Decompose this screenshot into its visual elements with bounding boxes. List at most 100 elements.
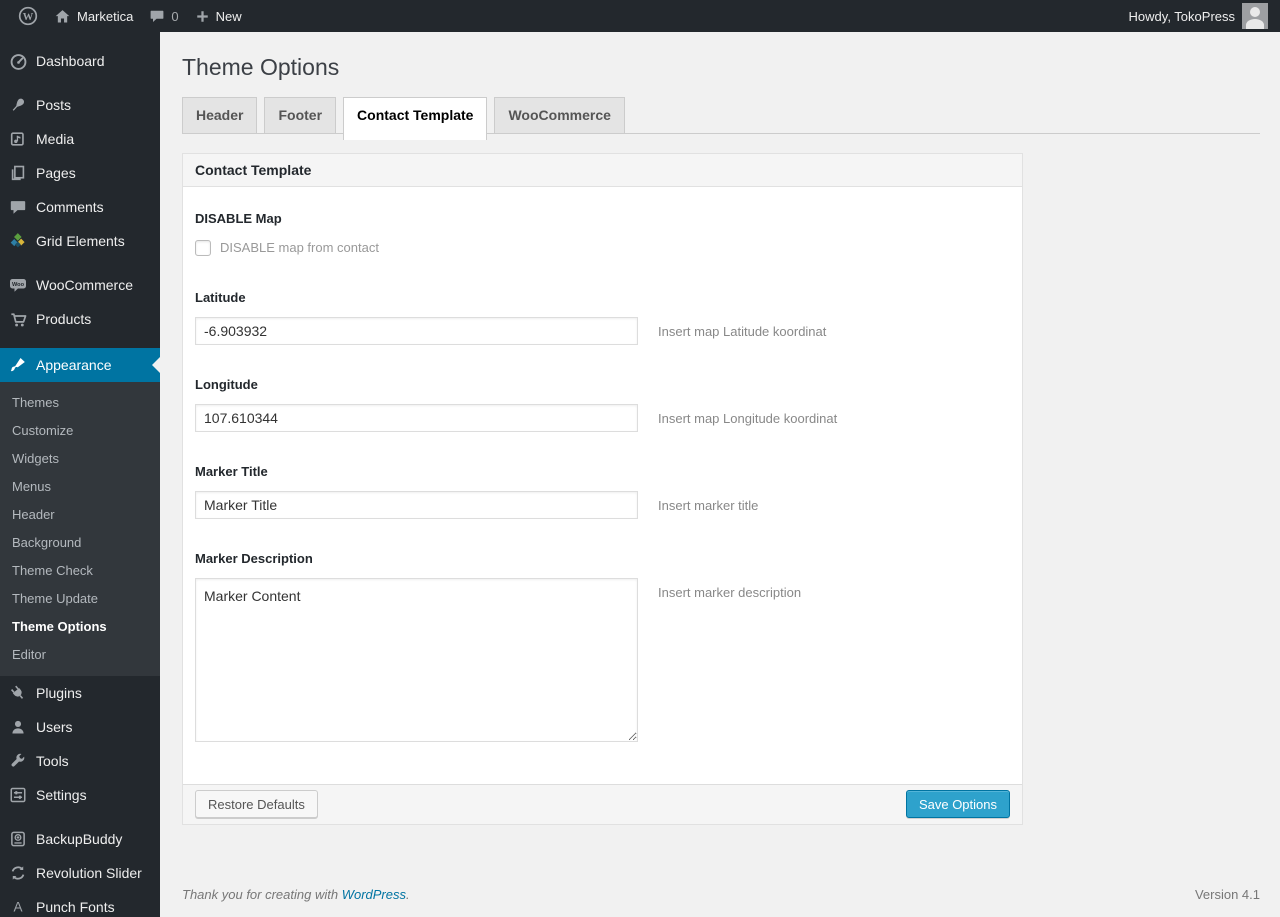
sidebar-item-label: Grid Elements	[36, 233, 125, 249]
tab-footer[interactable]: Footer	[264, 96, 337, 133]
disable-map-checkbox-label[interactable]: DISABLE map from contact	[220, 240, 379, 255]
sidebar-item-posts[interactable]: Posts	[0, 88, 160, 122]
svg-text:W: W	[23, 12, 34, 23]
longitude-input[interactable]	[195, 403, 638, 432]
marker-title-group: Marker Title Insert marker title	[195, 464, 1010, 519]
comment-count: 0	[171, 8, 179, 24]
admin-bar: W Marketica 0 New Howdy, TokoPress	[0, 0, 1280, 32]
sidebar-item-grid-elements[interactable]: Grid Elements	[0, 224, 160, 258]
sidebar-item-plugins[interactable]: Plugins	[0, 676, 160, 710]
main-content: Theme Options Header Footer Contact Temp…	[160, 32, 1280, 917]
disable-map-group: DISABLE Map DISABLE map from contact	[195, 211, 1010, 258]
sidebar-item-woocommerce[interactable]: Woo WooCommerce	[0, 268, 160, 302]
longitude-group: Longitude Insert map Longitude koordinat	[195, 377, 1010, 432]
footer-version: Version 4.1	[1194, 886, 1260, 902]
latitude-label: Latitude	[195, 289, 246, 305]
woocommerce-icon: Woo	[8, 275, 28, 295]
latitude-hint: Insert map Latitude koordinat	[658, 323, 827, 339]
sidebar-item-products[interactable]: Products	[0, 302, 160, 336]
marker-title-input[interactable]	[195, 490, 638, 519]
sidebar-item-pages[interactable]: Pages	[0, 156, 160, 190]
my-account-menu[interactable]: Howdy, TokoPress	[1121, 0, 1270, 32]
sidebar-item-appearance[interactable]: Appearance	[0, 348, 160, 382]
marker-title-hint: Insert marker title	[658, 497, 759, 513]
longitude-hint: Insert map Longitude koordinat	[658, 410, 838, 426]
admin-sidebar: Dashboard Posts Media Pages Comments Gri…	[0, 32, 160, 917]
sidebar-item-label: Posts	[36, 97, 72, 113]
submenu-item-theme-update[interactable]: Theme Update	[0, 585, 160, 613]
plugin-icon	[8, 683, 28, 703]
sidebar-item-dashboard[interactable]: Dashboard	[0, 44, 160, 78]
settings-icon	[8, 785, 28, 805]
new-label: New	[215, 8, 242, 24]
appearance-submenu: Themes Customize Widgets Menus Header Ba…	[0, 382, 160, 676]
sidebar-item-label: Users	[36, 719, 73, 735]
panel-body: DISABLE Map DISABLE map from contact Lat…	[183, 186, 1022, 784]
comments-icon	[8, 197, 28, 217]
sidebar-item-label: Media	[36, 131, 75, 147]
sidebar-item-label: Revolution Slider	[36, 865, 142, 881]
menu-separator	[0, 78, 160, 88]
submenu-item-header[interactable]: Header	[0, 501, 160, 529]
sidebar-item-comments[interactable]: Comments	[0, 190, 160, 224]
marker-description-textarea[interactable]: Marker Content	[195, 577, 638, 742]
submenu-item-themes[interactable]: Themes	[0, 389, 160, 417]
submenu-item-menus[interactable]: Menus	[0, 473, 160, 501]
marker-title-label: Marker Title	[195, 463, 268, 479]
sidebar-item-label: Pages	[36, 165, 76, 181]
sidebar-item-label: WooCommerce	[36, 277, 133, 293]
save-options-button[interactable]: Save Options	[905, 790, 1010, 819]
sidebar-item-media[interactable]: Media	[0, 122, 160, 156]
sidebar-item-users[interactable]: Users	[0, 710, 160, 744]
latitude-input[interactable]	[195, 316, 638, 345]
sidebar-item-label: Plugins	[36, 685, 82, 701]
sidebar-item-settings[interactable]: Settings	[0, 778, 160, 812]
tab-contact-template[interactable]: Contact Template	[343, 96, 488, 140]
sidebar-item-backupbuddy[interactable]: BackupBuddy	[0, 822, 160, 856]
sidebar-item-label: Appearance	[36, 357, 112, 373]
tabs-row: Header Footer Contact Template WooCommer…	[182, 96, 1260, 140]
submenu-item-widgets[interactable]: Widgets	[0, 445, 160, 473]
panel-title: Contact Template	[183, 153, 1022, 187]
site-name-menu[interactable]: Marketica	[46, 0, 141, 32]
wordpress-logo-icon: W	[18, 6, 38, 26]
avatar	[1242, 3, 1268, 29]
disable-map-label: DISABLE Map	[195, 210, 282, 226]
new-menu[interactable]: New	[187, 0, 250, 32]
tab-woocommerce[interactable]: WooCommerce	[494, 96, 625, 133]
comments-menu[interactable]: 0	[141, 0, 186, 32]
wordpress-link[interactable]: WordPress	[342, 887, 406, 902]
appearance-brush-icon	[8, 355, 28, 375]
svg-text:A: A	[13, 900, 22, 915]
tab-header[interactable]: Header	[182, 96, 258, 133]
submenu-item-background[interactable]: Background	[0, 529, 160, 557]
svg-text:Woo: Woo	[12, 282, 25, 288]
dashboard-icon	[8, 51, 28, 71]
marker-description-group: Marker Description Marker Content Insert…	[195, 551, 1010, 742]
restore-defaults-button[interactable]: Restore Defaults	[195, 790, 318, 819]
sidebar-item-revolution-slider[interactable]: Revolution Slider	[0, 856, 160, 890]
wordpress-logo-menu[interactable]: W	[10, 0, 46, 32]
sidebar-item-tools[interactable]: Tools	[0, 744, 160, 778]
media-icon	[8, 129, 28, 149]
submenu-item-theme-check[interactable]: Theme Check	[0, 557, 160, 585]
submenu-item-customize[interactable]: Customize	[0, 417, 160, 445]
marker-description-label: Marker Description	[195, 550, 313, 566]
sidebar-item-label: Punch Fonts	[36, 899, 115, 915]
punch-fonts-icon: A	[8, 897, 28, 917]
pages-icon	[8, 163, 28, 183]
page-title: Theme Options	[182, 54, 340, 80]
submenu-item-editor[interactable]: Editor	[0, 641, 160, 669]
sidebar-item-punch-fonts[interactable]: A Punch Fonts	[0, 890, 160, 917]
disable-map-checkbox[interactable]	[195, 239, 211, 256]
sidebar-item-label: Tools	[36, 753, 69, 769]
sidebar-item-label: Settings	[36, 787, 87, 803]
latitude-group: Latitude Insert map Latitude koordinat	[195, 290, 1010, 345]
comments-bubble-icon	[149, 8, 165, 24]
plus-icon	[195, 9, 210, 24]
submenu-item-theme-options[interactable]: Theme Options	[0, 613, 160, 641]
sidebar-item-label: Products	[36, 311, 92, 327]
footer-thanks: Thank you for creating with WordPress.	[182, 886, 410, 902]
contact-template-panel: Contact Template DISABLE Map DISABLE map…	[182, 152, 1023, 825]
home-icon	[54, 8, 71, 25]
